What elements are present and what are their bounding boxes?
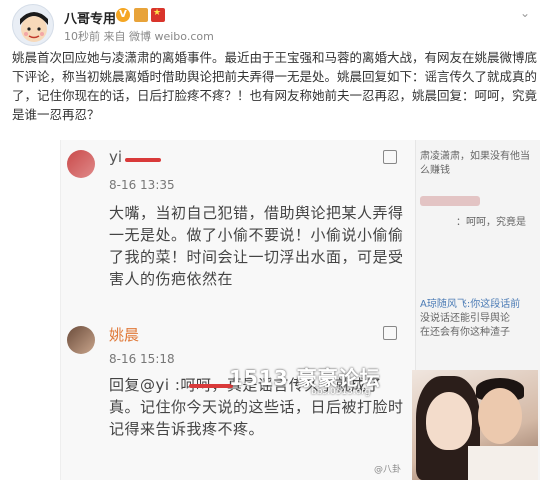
side-comment-text: A琼随风飞:你这段话前 xyxy=(420,299,521,310)
yaochen-avatar xyxy=(67,326,95,354)
redaction-mark xyxy=(420,196,480,206)
chevron-down-icon[interactable]: ⌄ xyxy=(520,6,530,20)
commenter-name: yi xyxy=(109,148,123,166)
comment-panel: yi 8-16 13:35 大嘴，当初自己犯错，借助舆论把某人弄得一无是处。做了… xyxy=(61,140,415,480)
reply-author-name: 姚晨 xyxy=(109,326,140,344)
post-meta: 10秒前 来自 微博 weibo.com xyxy=(64,30,214,43)
flag-badge-icon xyxy=(151,8,165,22)
commenter-avatar xyxy=(67,150,95,178)
side-comment-text: ：呵呵，究竟是 xyxy=(456,217,526,228)
couple-photo xyxy=(412,370,538,480)
watermark-url: bbs.0513.org xyxy=(311,387,371,397)
author-avatar[interactable] xyxy=(12,4,54,46)
post-text: 姚晨首次回应她与凌潇肃的离婚事件。最近由于王宝强和马蓉的离婚大战，有网友在姚晨微… xyxy=(12,50,538,122)
comment-text: 大嘴，当初自己犯错，借助舆论把某人弄得一无是处。做了小偷不要说！小偷说小偷偷了我… xyxy=(109,204,404,288)
like-icon xyxy=(383,326,397,340)
member-badge-icon xyxy=(134,8,148,22)
post-header: 八哥专用 V 10秒前 来自 微博 weibo.com ⌄ xyxy=(0,0,550,50)
side-comment-text: 没说话还能引导舆论 xyxy=(420,313,510,324)
author-name[interactable]: 八哥专用 xyxy=(64,8,116,27)
redaction-mark xyxy=(125,158,161,162)
like-icon xyxy=(383,150,397,164)
comment-time: 8-16 13:35 xyxy=(109,178,175,192)
reply-time: 8-16 15:18 xyxy=(109,352,175,366)
verified-badge-icon: V xyxy=(116,8,130,22)
photo-caption: @八卦 xyxy=(374,465,402,475)
redaction-mark xyxy=(189,384,233,388)
side-comment-text: 肃凌潇肃，如果没有他当 xyxy=(420,151,530,162)
side-comment-text: 在还会有你这种渣子 xyxy=(420,327,510,338)
side-comment-text: 么赚钱 xyxy=(420,165,450,176)
